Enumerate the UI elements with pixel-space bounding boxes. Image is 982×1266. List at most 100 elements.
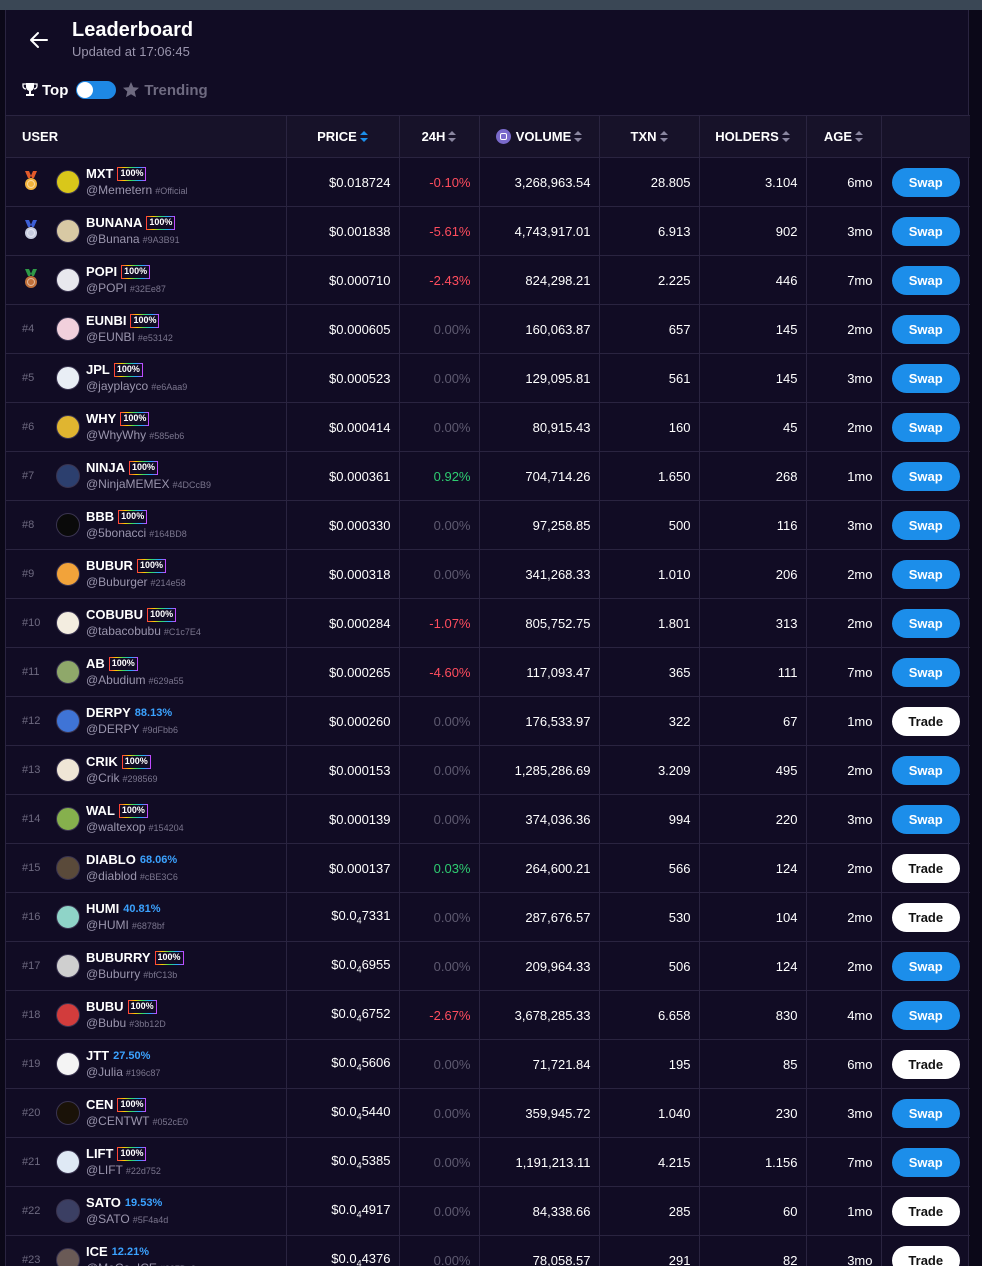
token-handle[interactable]: @Buburry (86, 967, 140, 981)
trade-button[interactable]: Trade (891, 1196, 960, 1226)
token-handle[interactable]: @EUNBI (86, 330, 135, 344)
table-row[interactable]: #18 BUBU 100% @Bubu #3bb12D $0.046752 -2.… (6, 990, 970, 1040)
table-row[interactable]: #15 DIABLO 68.06% @diablod #cBE3C6 $0.000… (6, 843, 970, 893)
table-row[interactable]: #14 WAL 100% @waltexop #154204 $0.000139 … (6, 794, 970, 844)
rank-number: #17 (22, 960, 41, 972)
token-avatar (56, 415, 80, 439)
token-handle[interactable]: @Crik (86, 771, 120, 785)
token-handle[interactable]: @HUMI (86, 918, 129, 932)
swap-button[interactable]: Swap (891, 755, 960, 785)
bonding-percent: 19.53% (124, 1196, 163, 1209)
token-handle[interactable]: @SATO (86, 1212, 130, 1226)
table-header-row: USER PRICE 24H VOLUME TXN HOLDERS AGE (6, 115, 970, 158)
token-handle[interactable]: @DERPY (86, 722, 140, 736)
back-arrow-icon[interactable] (26, 27, 52, 53)
rank-number: #8 (22, 519, 35, 531)
token-handle[interactable]: @Memetern (86, 183, 152, 197)
table-row[interactable]: MXT 100% @Memetern #Official $0.018724 -0… (6, 157, 970, 207)
table-row[interactable]: #21 LIFT 100% @LIFT #22d752 $0.045385 0.0… (6, 1137, 970, 1187)
table-row[interactable]: #12 DERPY 88.13% @DERPY #9dFbb6 $0.000260… (6, 696, 970, 746)
table-row[interactable]: #11 AB 100% @Abudium #629a55 $0.000265 -4… (6, 647, 970, 697)
token-symbol: LIFT (86, 1145, 114, 1161)
trade-button[interactable]: Trade (891, 902, 960, 932)
trade-button[interactable]: Trade (891, 1245, 960, 1266)
table-row[interactable]: #16 HUMI 40.81% @HUMI #6878bf $0.047331 0… (6, 892, 970, 942)
table-row[interactable]: #17 BUBURRY 100% @Buburry #bfC13b $0.0469… (6, 941, 970, 991)
token-handle[interactable]: @LIFT (86, 1163, 123, 1177)
table-row[interactable]: #6 WHY 100% @WhyWhy #585eb6 $0.000414 0.0… (6, 402, 970, 452)
progress-badge: 100% (117, 1097, 147, 1112)
token-hash: #C1c7E4 (163, 626, 201, 637)
swap-button[interactable]: Swap (891, 1098, 960, 1128)
token-handle[interactable]: @MeCo_ICE (86, 1261, 157, 1266)
token-handle[interactable]: @Bunana (86, 232, 140, 246)
token-handle[interactable]: @Abudium (86, 673, 146, 687)
swap-button[interactable]: Swap (891, 216, 960, 246)
token-handle[interactable]: @jayplayco (86, 379, 148, 393)
bonding-percent: 88.13% (134, 706, 173, 719)
token-handle[interactable]: @5bonacci (86, 526, 146, 540)
table-row[interactable]: #7 NINJA 100% @NinjaMEMEX #4DCcB9 $0.0003… (6, 451, 970, 501)
bonding-percent: 40.81% (123, 902, 161, 915)
table-row[interactable]: #19 JTT 27.50% @Julia #196c87 $0.045606 0… (6, 1039, 970, 1089)
token-handle[interactable]: @NinjaMEMEX (86, 477, 170, 491)
price-cell: $0.044917 (286, 1186, 400, 1236)
token-handle[interactable]: @POPI (86, 281, 127, 295)
swap-button[interactable]: Swap (891, 804, 960, 834)
table-row[interactable]: #8 BBB 100% @5bonacci #164BD8 $0.000330 0… (6, 500, 970, 550)
table-row[interactable]: #23 ICE 12.21% @MeCo_ICE#227Dc2 $0.04437… (6, 1235, 970, 1266)
column-txn[interactable]: TXN (599, 115, 700, 158)
token-handle[interactable]: @waltexop (86, 820, 146, 834)
user-cell: #18 BUBU 100% @Bubu #3bb12D (6, 990, 287, 1040)
token-handle[interactable]: @Julia (86, 1065, 123, 1079)
column-holders[interactable]: HOLDERS (699, 115, 807, 158)
trade-button[interactable]: Trade (891, 853, 960, 883)
swap-button[interactable]: Swap (891, 1147, 960, 1177)
trade-button[interactable]: Trade (891, 706, 960, 736)
sort-icon (448, 131, 457, 142)
swap-button[interactable]: Swap (891, 1000, 960, 1030)
view-toggle-switch[interactable] (76, 81, 117, 99)
swap-button[interactable]: Swap (891, 314, 960, 344)
table-row[interactable]: #9 BUBUR 100% @Buburger #214e58 $0.000318… (6, 549, 970, 599)
token-handle[interactable]: @tabacobubu (86, 624, 161, 638)
table-row[interactable]: #20 CEN 100% @CENTWT #052cE0 $0.045440 0.… (6, 1088, 970, 1138)
token-handle[interactable]: @Buburger (86, 575, 148, 589)
token-handle[interactable]: @WhyWhy (86, 428, 146, 442)
trade-button[interactable]: Trade (891, 1049, 960, 1079)
progress-badge: 100% (129, 460, 159, 475)
swap-button[interactable]: Swap (891, 559, 960, 589)
toggle-trending-label[interactable]: Trending (144, 82, 207, 99)
swap-button[interactable]: Swap (891, 363, 960, 393)
swap-button[interactable]: Swap (891, 412, 960, 442)
column-volume[interactable]: VOLUME (479, 115, 600, 158)
column-price[interactable]: PRICE (286, 115, 400, 158)
swap-button[interactable]: Swap (891, 608, 960, 638)
swap-button[interactable]: Swap (891, 510, 960, 540)
holders-cell: 268 (699, 451, 807, 501)
table-row[interactable]: #10 COBUBU 100% @tabacobubu #C1c7E4 $0.00… (6, 598, 970, 648)
swap-button[interactable]: Swap (891, 265, 960, 295)
swap-button[interactable]: Swap (891, 657, 960, 687)
swap-button[interactable]: Swap (891, 167, 960, 197)
column-24h[interactable]: 24H (399, 115, 480, 158)
table-row[interactable]: POPI 100% @POPI #32Ee87 $0.000710 -2.43% … (6, 255, 970, 305)
swap-button[interactable]: Swap (891, 951, 960, 981)
token-handle[interactable]: @diablod (86, 869, 137, 883)
token-symbol: WAL (86, 802, 115, 818)
token-handle[interactable]: @CENTWT (86, 1114, 150, 1128)
table-row[interactable]: #13 CRIK 100% @Crik #298569 $0.000153 0.0… (6, 745, 970, 795)
toggle-top-label[interactable]: Top (42, 82, 68, 99)
token-handle[interactable]: @Bubu (86, 1016, 126, 1030)
user-cell: #17 BUBURRY 100% @Buburry #bfC13b (6, 941, 287, 991)
swap-button[interactable]: Swap (891, 461, 960, 491)
txn-cell: 500 (599, 500, 700, 550)
table-row[interactable]: #5 JPL 100% @jayplayco #e6Aaa9 $0.000523 … (6, 353, 970, 403)
column-age[interactable]: AGE (806, 115, 882, 158)
price-prefix: $0.0 (331, 908, 357, 924)
progress-badge: 100% (117, 166, 147, 181)
toggle-knob (77, 82, 94, 98)
table-row[interactable]: #22 SATO 19.53% @SATO #5F4a4d $0.044917 0… (6, 1186, 970, 1236)
table-row[interactable]: #4 EUNBI 100% @EUNBI #e53142 $0.000605 0.… (6, 304, 970, 354)
table-row[interactable]: BUNANA 100% @Bunana #9A3B91 $0.001838 -5.… (6, 206, 970, 256)
